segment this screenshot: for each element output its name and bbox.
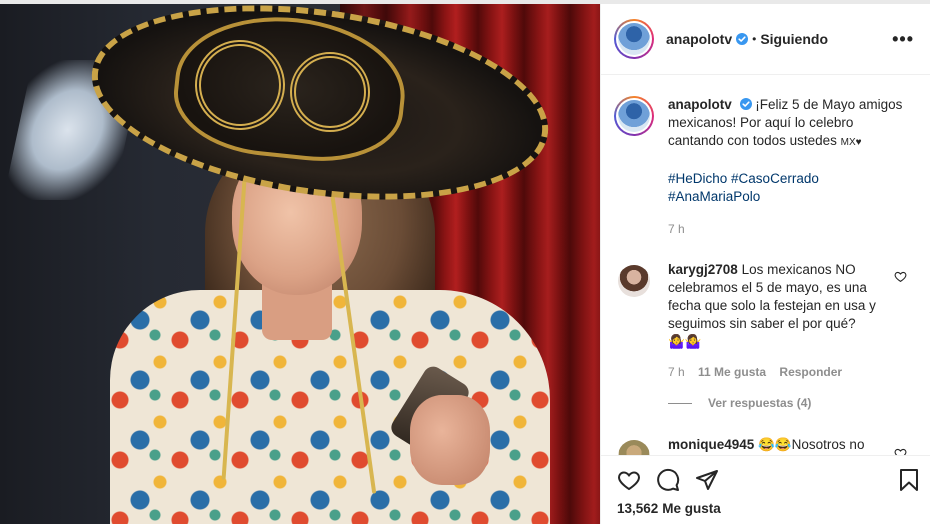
sombrero-ornament bbox=[290, 52, 370, 132]
comment-icon[interactable] bbox=[656, 468, 680, 492]
caption-avatar[interactable] bbox=[614, 96, 654, 136]
more-options-icon[interactable]: ••• bbox=[892, 29, 914, 50]
comment-row: karygj2708 Los mexicanos NO celebramos e… bbox=[614, 261, 903, 381]
commenter-avatar[interactable] bbox=[618, 265, 650, 297]
comment-body: monique4945 😂😂Nosotros no bbox=[668, 436, 903, 455]
comment-username[interactable]: karygj2708 bbox=[668, 262, 738, 277]
caption-emoji: MX♥ bbox=[840, 137, 862, 148]
replies-line bbox=[668, 402, 692, 404]
caption-row: anapolotv ¡Feliz 5 de Mayo amigos mexica… bbox=[614, 96, 903, 238]
commenter-avatar[interactable] bbox=[618, 440, 650, 455]
comment-meta: 7 h 11 Me gusta Responder bbox=[668, 363, 903, 381]
verified-badge-icon bbox=[739, 98, 752, 110]
post-header: anapolotv • Siguiendo ••• bbox=[601, 4, 930, 75]
comment-like-heart-icon[interactable] bbox=[894, 447, 907, 455]
caption-body: anapolotv ¡Feliz 5 de Mayo amigos mexica… bbox=[668, 96, 903, 238]
likes-number: 13,562 bbox=[617, 501, 659, 516]
likes-label: Me gusta bbox=[662, 501, 721, 516]
post-side-panel: anapolotv • Siguiendo ••• anapolotv ¡Fel… bbox=[600, 4, 930, 524]
action-icons bbox=[617, 468, 719, 492]
reply-button[interactable]: Responder bbox=[779, 365, 842, 379]
hand bbox=[410, 395, 490, 485]
separator-dot: • bbox=[752, 32, 757, 46]
hashtag-link[interactable]: #HeDicho bbox=[668, 171, 727, 186]
author-avatar[interactable] bbox=[614, 19, 654, 59]
comment-row: monique4945 😂😂Nosotros no bbox=[614, 436, 903, 455]
comments-list[interactable]: anapolotv ¡Feliz 5 de Mayo amigos mexica… bbox=[601, 76, 930, 455]
hashtags: #HeDicho #CasoCerrado #AnaMariaPolo bbox=[668, 170, 903, 206]
comment-emoji: 🤷‍♀️🤷‍♀️ bbox=[668, 334, 702, 349]
comment-body: karygj2708 Los mexicanos NO celebramos e… bbox=[668, 261, 903, 381]
comment-username[interactable]: monique4945 bbox=[668, 437, 754, 452]
comment-timestamp[interactable]: 7 h bbox=[668, 365, 685, 379]
save-button[interactable] bbox=[897, 468, 921, 492]
paper-plane-icon[interactable] bbox=[695, 468, 719, 492]
comment-likes[interactable]: 11 Me gusta bbox=[698, 365, 766, 379]
comment-text: 😂😂Nosotros no bbox=[758, 437, 865, 452]
bookmark-icon bbox=[900, 469, 918, 491]
verified-badge-icon bbox=[736, 33, 749, 45]
heart-icon[interactable] bbox=[617, 468, 641, 492]
post-photo[interactable] bbox=[0, 0, 600, 524]
likes-count[interactable]: 13,562 Me gusta bbox=[617, 501, 725, 516]
follow-button[interactable]: Siguiendo bbox=[760, 31, 828, 47]
caption-username[interactable]: anapolotv bbox=[668, 97, 732, 112]
view-replies[interactable]: Ver respuestas (4) bbox=[668, 396, 811, 410]
hashtag-link[interactable]: #CasoCerrado bbox=[731, 171, 819, 186]
view-replies-label: Ver respuestas (4) bbox=[708, 396, 812, 410]
hashtag-link[interactable]: #AnaMariaPolo bbox=[668, 189, 760, 204]
author-username[interactable]: anapolotv bbox=[666, 31, 732, 47]
caption-meta: 7 h bbox=[668, 220, 903, 238]
comment-like-heart-icon[interactable] bbox=[894, 270, 907, 283]
caption-timestamp[interactable]: 7 h bbox=[668, 222, 685, 236]
action-bar: 13,562 Me gusta bbox=[601, 455, 930, 524]
